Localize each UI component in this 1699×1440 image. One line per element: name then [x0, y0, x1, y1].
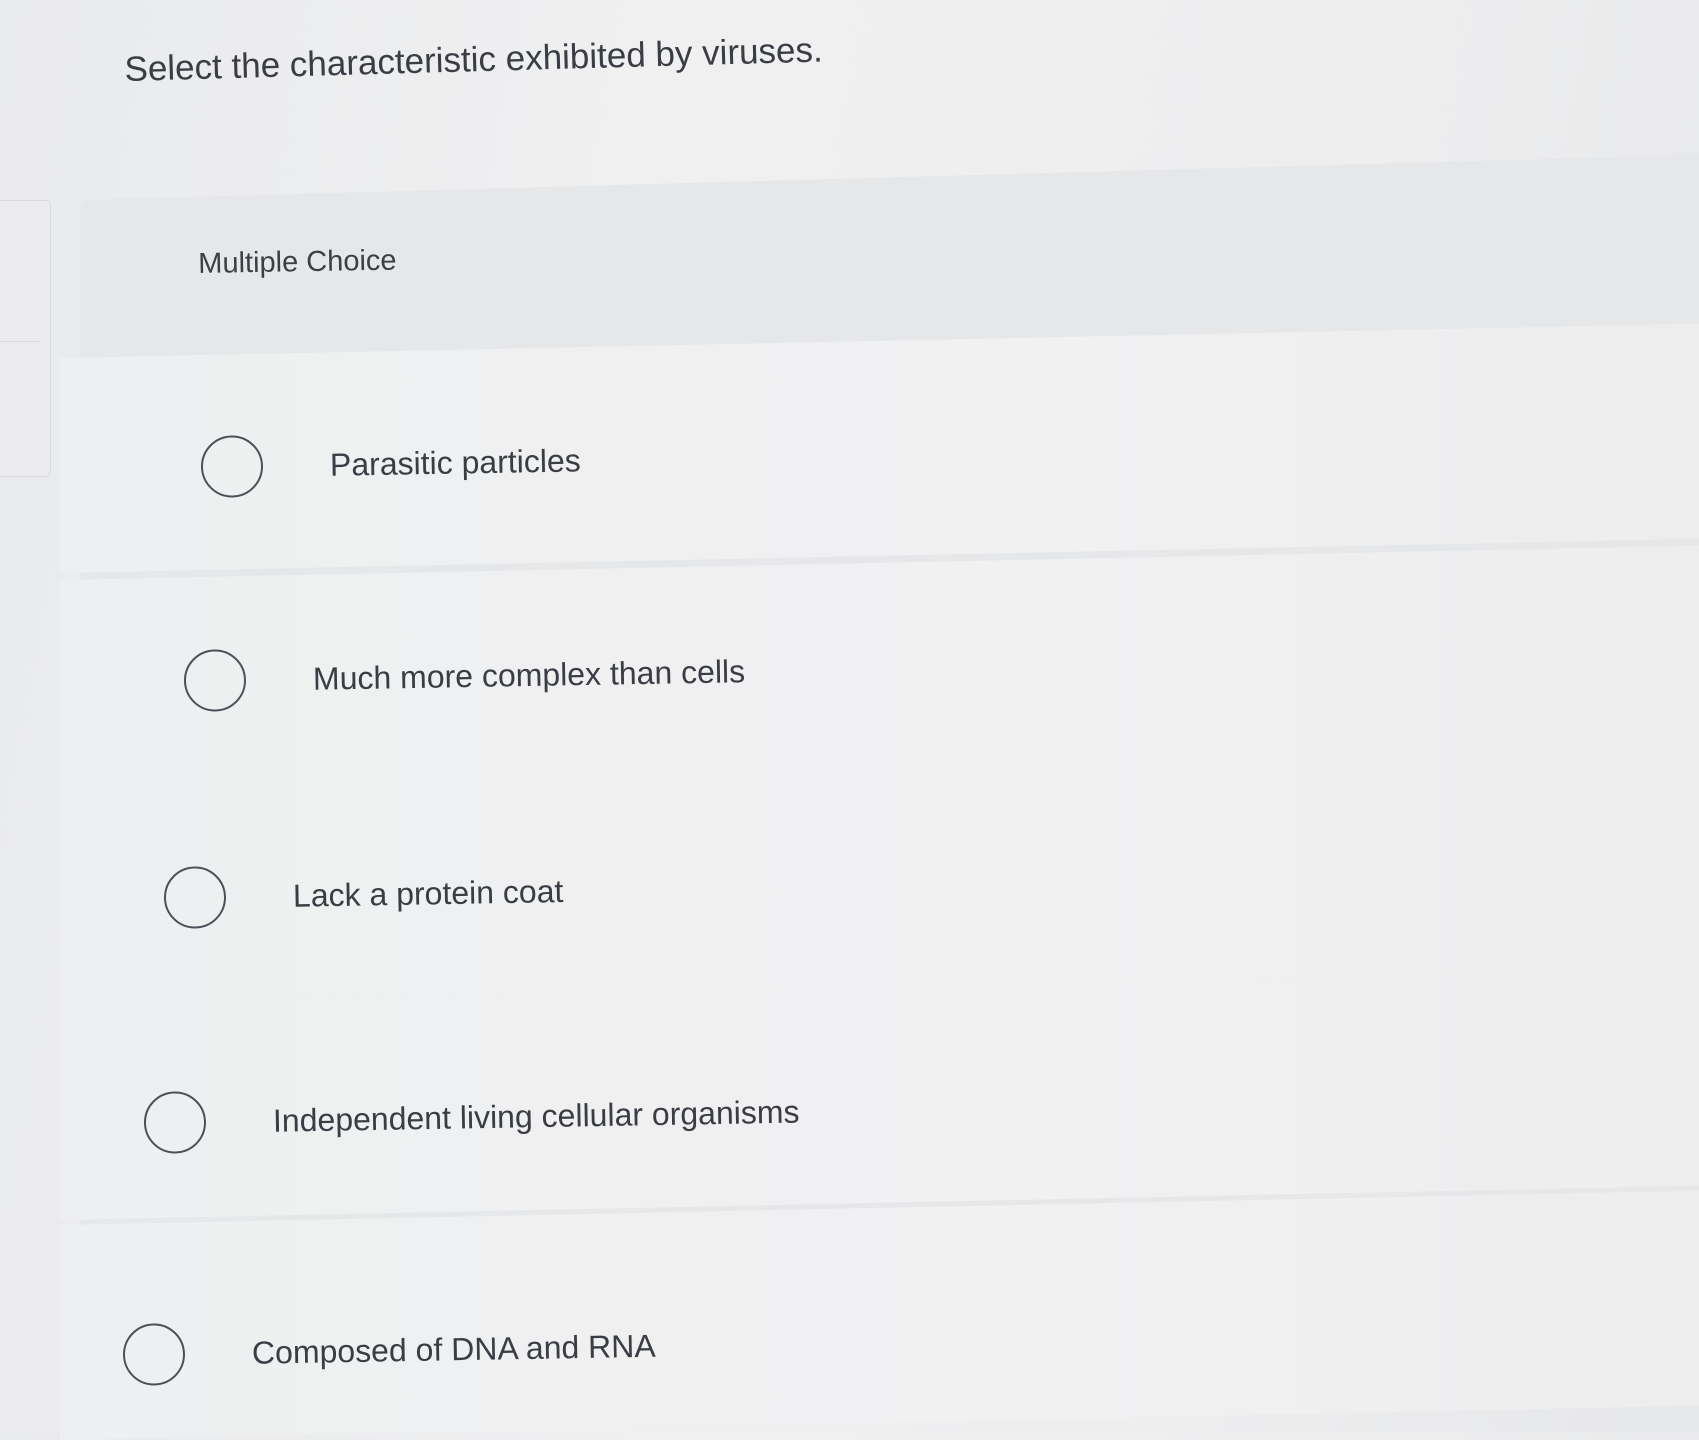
sidebar-edge: [0, 200, 51, 477]
choice-option-label: Much more complex than cells: [312, 652, 746, 697]
question-text: Select the characteristic exhibited by v…: [124, 30, 824, 89]
sidebar-divider: [0, 341, 40, 342]
option-row-background: [60, 1190, 1699, 1440]
choice-option-independent-living[interactable]: Independent living cellular organisms: [143, 1081, 800, 1154]
choice-option-label: Independent living cellular organisms: [272, 1093, 800, 1139]
choice-option-label: Parasitic particles: [329, 441, 581, 483]
radio-button-icon[interactable]: [200, 434, 264, 498]
choice-option-much-more-complex[interactable]: Much more complex than cells: [183, 640, 745, 712]
question-type-label: Multiple Choice: [198, 244, 397, 280]
radio-button-icon[interactable]: [122, 1322, 186, 1386]
choice-option-dna-and-rna[interactable]: Composed of DNA and RNA: [122, 1315, 656, 1386]
choice-option-label: Lack a protein coat: [292, 872, 564, 914]
radio-button-icon[interactable]: [163, 865, 227, 929]
choice-option-label: Composed of DNA and RNA: [251, 1327, 656, 1371]
radio-button-icon[interactable]: [183, 648, 247, 712]
radio-button-icon[interactable]: [143, 1090, 207, 1154]
choice-option-lack-protein-coat[interactable]: Lack a protein coat: [163, 860, 564, 929]
choice-option-parasitic-particles[interactable]: Parasitic particles: [200, 429, 581, 498]
